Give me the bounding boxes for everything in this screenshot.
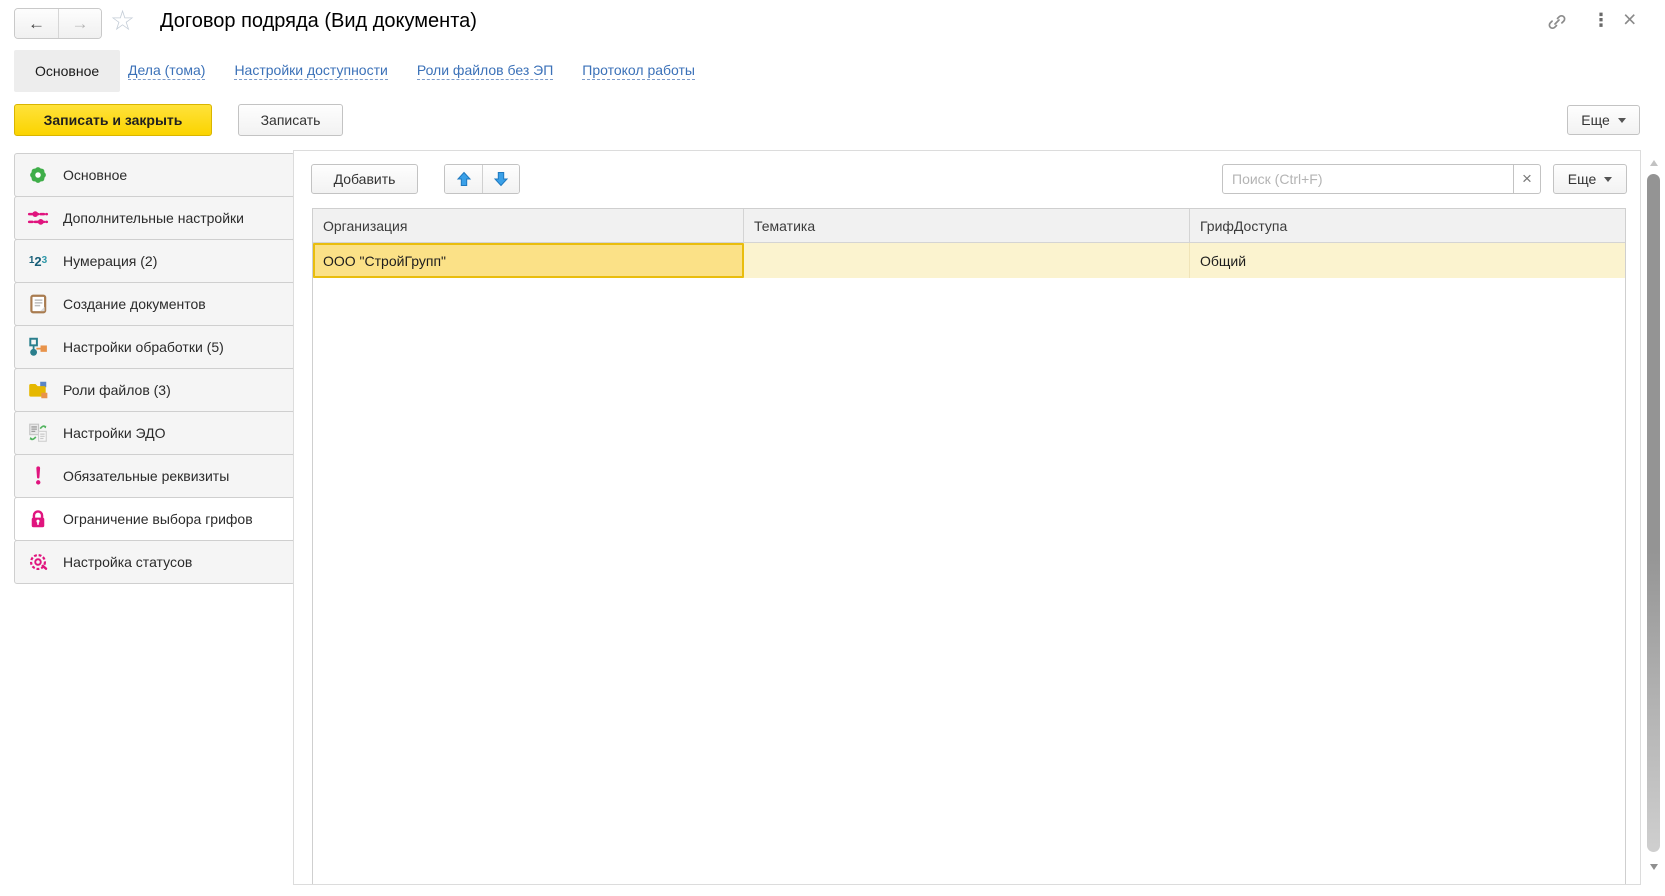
doc-exchange-icon (26, 421, 50, 445)
reorder-group (444, 164, 520, 194)
save-and-close-button[interactable]: Записать и закрыть (14, 104, 212, 136)
cell-organization[interactable]: ООО "СтройГрупп" (313, 243, 744, 278)
page-title: Договор подряда (Вид документа) (160, 10, 477, 33)
sidebar-item-edo-settings[interactable]: Настройки ЭДО (14, 411, 295, 455)
move-up-button[interactable] (445, 165, 482, 193)
document-icon (26, 292, 50, 316)
get-link-icon[interactable] (1546, 11, 1568, 33)
sidebar: Основное Дополнительные настройки 123 Ну… (14, 153, 295, 584)
search-group: × (1222, 164, 1541, 194)
grif-table: Организация Тематика ГрифДоступа ООО "Ст… (312, 208, 1626, 884)
stamp-icon (26, 550, 50, 574)
tab-link-work-protocol[interactable]: Протокол работы (582, 62, 695, 80)
tab-main[interactable]: Основное (14, 50, 120, 92)
favorite-star-icon[interactable]: ☆ (110, 4, 135, 37)
folder-icon (26, 378, 50, 402)
table-row[interactable]: ООО "СтройГрупп" Общий (313, 243, 1625, 278)
column-header-theme[interactable]: Тематика (744, 209, 1190, 242)
back-icon: ← (28, 14, 45, 34)
form-more-label: Еще (1581, 112, 1610, 128)
sidebar-item-label: Создание документов (63, 296, 206, 312)
sliders-icon (26, 206, 50, 230)
document-type-form: ← → ☆ Договор подряда (Вид документа) ⋮ … (0, 0, 1665, 896)
tab-link-accessibility[interactable]: Настройки доступности (234, 62, 387, 80)
chevron-down-icon (1618, 118, 1626, 123)
tab-links: Дела (тома) Настройки доступности Роли ф… (128, 50, 695, 92)
sidebar-item-label: Основное (63, 167, 127, 183)
flowchart-icon (26, 335, 50, 359)
more-menu-icon[interactable]: ⋮ (1592, 10, 1610, 31)
forward-button[interactable]: → (58, 9, 101, 38)
scrollbar-thumb[interactable] (1647, 174, 1660, 852)
numbering-icon: 123 (26, 249, 50, 273)
sidebar-item-document-creation[interactable]: Создание документов (14, 282, 295, 326)
gear-icon (26, 163, 50, 187)
cell-grif[interactable]: Общий (1190, 243, 1625, 278)
form-more-button[interactable]: Еще (1567, 105, 1640, 135)
list-more-button[interactable]: Еще (1553, 164, 1627, 194)
close-icon[interactable]: × (1623, 6, 1636, 33)
sidebar-item-label: Настройка статусов (63, 554, 192, 570)
lock-icon (26, 507, 50, 531)
add-button[interactable]: Добавить (311, 164, 418, 194)
tab-link-file-roles-no-sig[interactable]: Роли файлов без ЭП (417, 62, 553, 80)
sidebar-item-numbering[interactable]: 123 Нумерация (2) (14, 239, 295, 283)
chevron-down-icon (1604, 177, 1612, 182)
sidebar-item-grif-restriction[interactable]: Ограничение выбора грифов (14, 497, 295, 541)
sidebar-item-required-attributes[interactable]: Обязательные реквизиты (14, 454, 295, 498)
sidebar-item-status-settings[interactable]: Настройка статусов (14, 540, 295, 584)
sidebar-item-additional-settings[interactable]: Дополнительные настройки (14, 196, 295, 240)
save-button[interactable]: Записать (238, 104, 343, 136)
move-down-button[interactable] (482, 165, 519, 193)
back-button[interactable]: ← (15, 9, 58, 38)
cell-theme[interactable] (744, 243, 1190, 278)
clear-icon: × (1522, 169, 1532, 189)
sidebar-item-processing-settings[interactable]: Настройки обработки (5) (14, 325, 295, 369)
sidebar-item-label: Ограничение выбора грифов (63, 511, 253, 527)
add-label: Добавить (334, 171, 396, 187)
history-nav-group: ← → (14, 8, 102, 39)
column-header-grif[interactable]: ГрифДоступа (1190, 209, 1625, 242)
tab-link-cases[interactable]: Дела (тома) (128, 62, 205, 80)
search-clear-button[interactable]: × (1513, 164, 1541, 194)
sidebar-item-label: Роли файлов (3) (63, 382, 171, 398)
scroll-down-icon[interactable] (1650, 864, 1658, 870)
sidebar-item-label: Настройки обработки (5) (63, 339, 224, 355)
sidebar-item-label: Настройки ЭДО (63, 425, 166, 441)
table-header: Организация Тематика ГрифДоступа (313, 209, 1625, 243)
search-input[interactable] (1222, 164, 1514, 194)
arrow-down-icon (493, 171, 509, 187)
grif-restriction-panel: Добавить × Еще (293, 150, 1641, 885)
sidebar-item-file-roles[interactable]: Роли файлов (3) (14, 368, 295, 412)
save-and-close-label: Записать и закрыть (44, 112, 183, 128)
save-label: Записать (261, 112, 321, 128)
sidebar-item-label: Нумерация (2) (63, 253, 157, 269)
sidebar-item-main[interactable]: Основное (14, 153, 295, 197)
arrow-up-icon (456, 171, 472, 187)
exclamation-icon (26, 464, 50, 488)
column-header-organization[interactable]: Организация (313, 209, 744, 242)
sidebar-item-label: Обязательные реквизиты (63, 468, 229, 484)
scroll-up-icon[interactable] (1650, 160, 1658, 166)
sidebar-item-label: Дополнительные настройки (63, 210, 244, 226)
list-more-label: Еще (1568, 171, 1597, 187)
forward-icon: → (72, 14, 89, 34)
